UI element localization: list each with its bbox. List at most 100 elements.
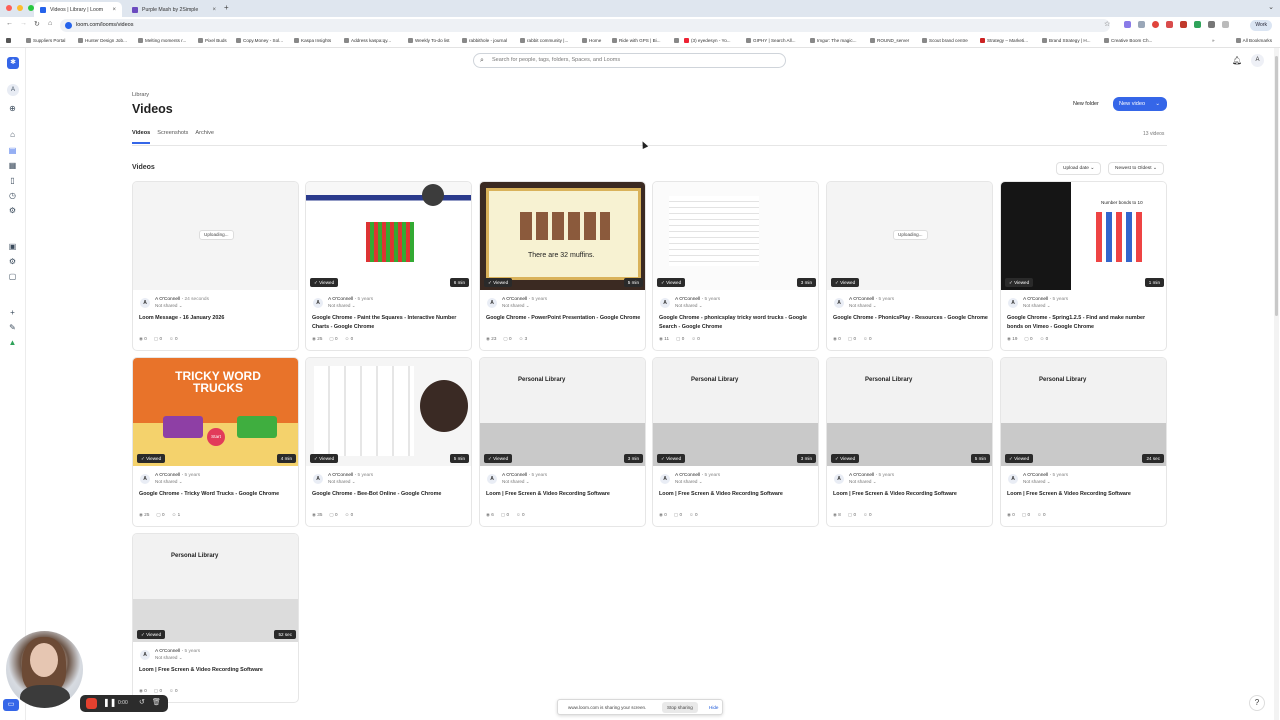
loom-logo-icon[interactable]: ✱ (7, 57, 19, 69)
tab-videos[interactable]: Videos (132, 130, 151, 144)
close-window-icon[interactable] (6, 5, 12, 11)
hide-sharing-bar-button[interactable]: Hide (709, 705, 718, 710)
site-info-icon[interactable] (65, 22, 72, 29)
video-title[interactable]: Loom | Free Screen & Video Recording Sof… (486, 490, 641, 499)
share-status[interactable]: Not shared ⌄ (502, 479, 530, 485)
user-avatar[interactable]: A (1251, 54, 1264, 67)
extension-icon[interactable] (1152, 21, 1159, 28)
video-thumbnail[interactable]: Personal Library ✓ Viewed 3 min (653, 358, 818, 466)
add-icon[interactable]: + (8, 308, 17, 317)
new-video-button[interactable]: New video ⌄ (1113, 97, 1167, 111)
more-bookmarks-icon[interactable]: » (1212, 38, 1215, 43)
video-thumbnail[interactable]: Personal Library ✓ Viewed 52 sec (133, 534, 298, 642)
spaces-icon[interactable]: ▣ (8, 242, 17, 251)
share-status[interactable]: Not shared ⌄ (849, 303, 877, 309)
share-status[interactable]: Not shared ⌄ (675, 479, 703, 485)
extension-icon[interactable] (1180, 21, 1187, 28)
camera-toggle-icon[interactable]: ▭ (3, 699, 19, 711)
ai-icon[interactable]: ▲ (8, 338, 17, 347)
back-icon[interactable]: ← (6, 20, 13, 27)
video-card[interactable]: There are 32 muffins. ✓ Viewed 5 min A A O'C… (479, 181, 646, 351)
home-icon[interactable]: ⌂ (8, 130, 17, 139)
video-title[interactable]: Google Chrome - Tricky Word Trucks - Goo… (139, 490, 294, 499)
extension-icon[interactable] (1194, 21, 1201, 28)
extensions-puzzle-icon[interactable] (1208, 21, 1215, 28)
profile-work-button[interactable]: Work (1250, 20, 1272, 31)
video-thumbnail[interactable]: Start TRICKY WORD TRUCKS ✓ Viewed 4 min (133, 358, 298, 466)
tab-archive[interactable]: Archive (195, 130, 214, 144)
bookmark-star-icon[interactable]: ☆ (1104, 20, 1110, 28)
video-thumbnail[interactable]: ✓ Viewed 3 min (653, 182, 818, 290)
browser-tab-purplemash[interactable]: Purple Mash by 2Simple × (126, 2, 222, 17)
bookmark-item[interactable]: ROUND_server (870, 38, 909, 43)
video-card[interactable]: ✓ Viewed 5 min A A O'Connell · 5 years Not s… (305, 357, 472, 527)
extension-icon[interactable] (1166, 21, 1173, 28)
video-thumbnail[interactable]: Number bonds to 10 ✓ Viewed 1 min (1001, 182, 1166, 290)
forward-icon[interactable]: → (20, 20, 27, 27)
video-card[interactable]: Uploading... A A O'Connell · 24 seconds Not… (132, 181, 299, 351)
close-tab-icon[interactable]: × (212, 7, 216, 13)
share-status[interactable]: Not shared ⌄ (849, 479, 877, 485)
calendar-icon[interactable]: ▦ (8, 161, 17, 170)
help-button[interactable]: ? (1249, 695, 1265, 711)
video-title[interactable]: Google Chrome - PowerPoint Presentation … (486, 314, 641, 323)
bookmark-item[interactable] (674, 38, 679, 43)
bookmark-item[interactable]: Home (582, 38, 601, 43)
video-title[interactable]: Loom Message - 16 January 2026 (139, 314, 294, 323)
share-status[interactable]: Not shared ⌄ (328, 303, 356, 309)
share-status[interactable]: Not shared ⌄ (155, 655, 183, 661)
video-title[interactable]: Loom | Free Screen & Video Recording Sof… (659, 490, 814, 499)
bookmark-item[interactable]: Ride with GPS | Bi... (612, 38, 661, 43)
video-card[interactable]: Personal Library ✓ Viewed 3 min A A O'Connel… (652, 357, 819, 527)
bookmark-item[interactable]: Hunter Design Job... (78, 38, 127, 43)
video-thumbnail[interactable]: There are 32 muffins. ✓ Viewed 5 min (480, 182, 645, 290)
bookmark-item[interactable]: Suppliers Portal (26, 38, 65, 43)
video-thumbnail[interactable]: Personal Library ✓ Viewed 24 sec (1001, 358, 1166, 466)
delete-recording-icon[interactable]: 🗑︎ (152, 698, 161, 706)
sort-order-dropdown[interactable]: Newest to Oldest ⌄ (1108, 162, 1164, 175)
video-thumbnail[interactable]: Uploading... ✓ Viewed (827, 182, 992, 290)
close-tab-icon[interactable]: × (112, 7, 116, 13)
new-folder-button[interactable]: New folder (1068, 98, 1104, 111)
settings-gear-icon[interactable]: ⚙ (8, 206, 17, 215)
bookmark-icon[interactable]: ▯ (8, 176, 17, 185)
video-title[interactable]: Google Chrome - phonicsplay tricky word … (659, 314, 814, 331)
video-title[interactable]: Loom | Free Screen & Video Recording Sof… (1007, 490, 1162, 499)
bookmark-item[interactable]: Brand Strategy | H... (1042, 38, 1091, 43)
video-title[interactable]: Google Chrome - Bee-Bot Online - Google … (312, 490, 467, 499)
video-title[interactable]: Google Chrome - Spring1.2.5 - Find and m… (1007, 314, 1162, 331)
restart-icon[interactable]: ↺ (139, 698, 145, 706)
window-controls[interactable] (6, 5, 34, 11)
bookmark-item[interactable]: Scout brand centre (922, 38, 968, 43)
video-card[interactable]: Personal Library ✓ Viewed 3 min A A O'Connel… (479, 357, 646, 527)
bookmark-item[interactable]: Imgur: The magic... (810, 38, 857, 43)
tab-screenshots[interactable]: Screenshots (157, 130, 188, 144)
video-title[interactable]: Google Chrome - PhonicsPlay - Resources … (833, 314, 988, 323)
video-card[interactable]: Number bonds to 10 ✓ Viewed 1 min A A O'Conn… (1000, 181, 1167, 351)
bookmark-item[interactable]: Creative Boom Ch... (1104, 38, 1152, 43)
video-thumbnail[interactable]: ✓ Viewed 5 min (306, 358, 471, 466)
reload-icon[interactable]: ↻ (34, 20, 40, 28)
share-status[interactable]: Not shared ⌄ (155, 479, 183, 485)
video-title[interactable]: Google Chrome - Paint the Squares - Inte… (312, 314, 467, 331)
add-member-icon[interactable]: ⊕ (8, 104, 17, 113)
search-input[interactable]: ⌕ Search for people, tags, folders, Spac… (473, 53, 786, 68)
video-card[interactable]: ✓ Viewed 3 min A A O'Connell · 5 years Not s… (652, 181, 819, 351)
address-bar[interactable]: loom.com/looms/videos (60, 19, 1110, 32)
share-status[interactable]: Not shared ⌄ (1023, 303, 1051, 309)
browser-tab-loom[interactable]: Videos | Library | Loom × (34, 2, 122, 17)
share-status[interactable]: Not shared ⌄ (675, 303, 703, 309)
video-title[interactable]: Loom | Free Screen & Video Recording Sof… (139, 666, 294, 675)
workspace-settings-icon[interactable]: ⚙ (8, 257, 17, 266)
bookmark-item[interactable]: Pixel Buds (198, 38, 227, 43)
video-card[interactable]: Personal Library ✓ Viewed 24 sec A A O'Conne… (1000, 357, 1167, 527)
bookmark-item[interactable]: Copy.Money - Sol... (236, 38, 283, 43)
share-status[interactable]: Not shared ⌄ (1023, 479, 1051, 485)
bookmark-item[interactable]: Weekly To-do list (408, 38, 450, 43)
video-card[interactable]: ✓ Viewed 6 min A A O'Connell · 5 years Not s… (305, 181, 472, 351)
video-card[interactable]: Uploading... ✓ Viewed A A O'Connell · 5 yea… (826, 181, 993, 351)
new-tab-icon[interactable]: + (224, 3, 229, 12)
stop-sharing-button[interactable]: Stop sharing (662, 702, 698, 713)
extension-icon[interactable] (1124, 21, 1131, 28)
all-bookmarks-button[interactable]: All Bookmarks (1235, 38, 1272, 43)
